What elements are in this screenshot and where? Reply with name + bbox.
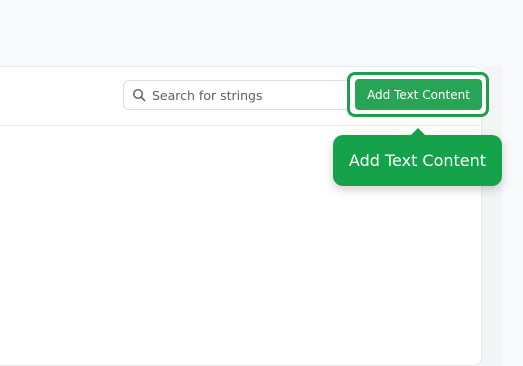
search-input[interactable] bbox=[152, 87, 342, 103]
add-text-content-tooltip: Add Text Content bbox=[333, 135, 502, 186]
tooltip-text: Add Text Content bbox=[348, 151, 487, 170]
search-box[interactable] bbox=[123, 80, 351, 110]
add-text-content-button[interactable]: Add Text Content bbox=[355, 79, 482, 110]
search-icon bbox=[132, 88, 146, 102]
